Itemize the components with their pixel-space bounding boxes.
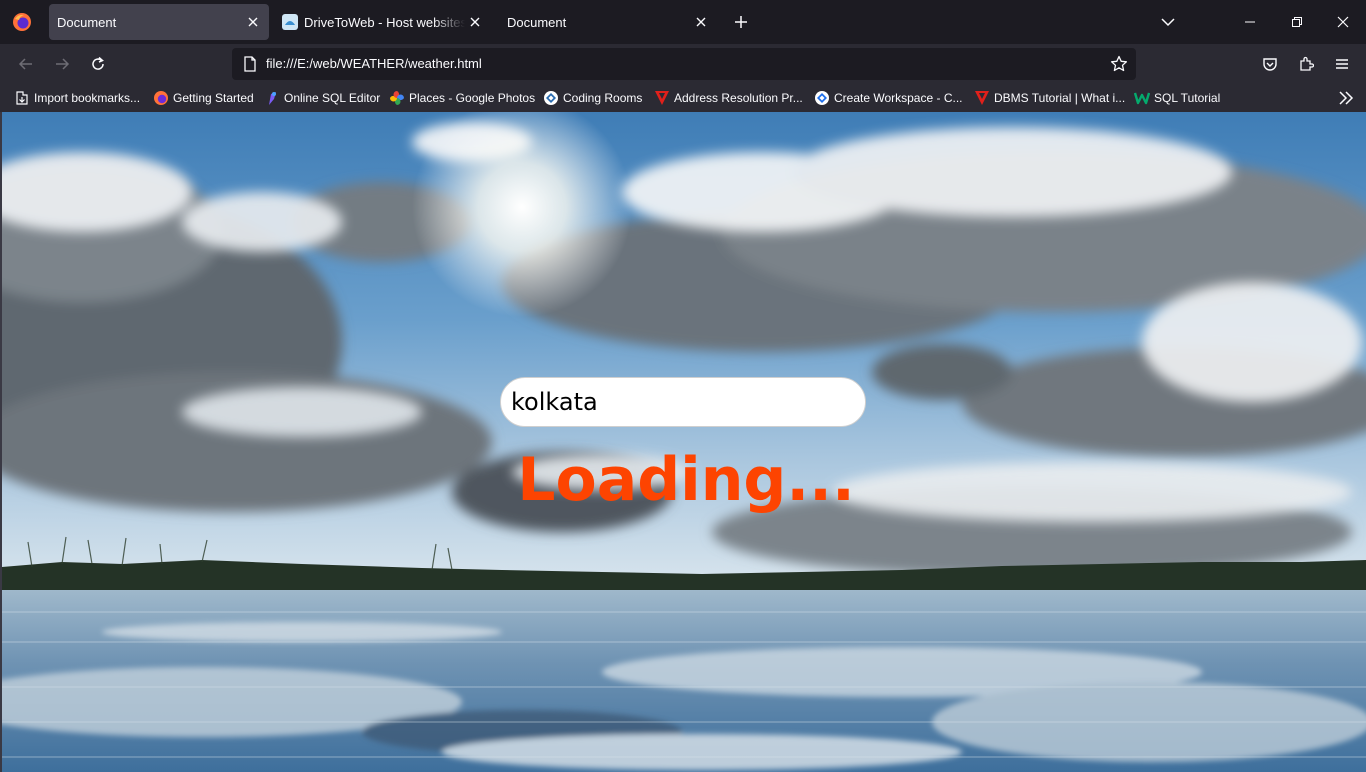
forward-arrow-icon <box>56 58 70 70</box>
bookmark-create-workspace[interactable]: Create Workspace - C... <box>814 89 962 107</box>
list-all-tabs-button[interactable] <box>1156 10 1180 34</box>
hamburger-menu-icon <box>1336 59 1348 69</box>
bookmark-star-icon[interactable] <box>1110 55 1128 73</box>
bookmark-label: Online SQL Editor <box>284 91 381 105</box>
tab-title: DriveToWeb - Host websites on <box>304 14 465 30</box>
tab-drivetoweb[interactable]: DriveToWeb - Host websites on <box>273 4 491 40</box>
new-tab-button[interactable] <box>729 10 753 34</box>
tab-title: Document <box>57 14 117 30</box>
bookmark-import[interactable]: Import bookmarks... <box>14 89 140 107</box>
pocket-icon <box>1263 58 1277 71</box>
sql-editor-icon <box>269 92 276 105</box>
bookmark-label: SQL Tutorial <box>1154 91 1221 105</box>
reload-button[interactable] <box>86 52 110 76</box>
bookmarks-toolbar: Import bookmarks... Getting Started Onli… <box>0 84 1366 112</box>
page-viewport: Loading... <box>2 112 1366 772</box>
bookmark-getting-started[interactable]: Getting Started <box>153 89 254 107</box>
close-tab-icon[interactable] <box>243 12 263 32</box>
close-window-button[interactable] <box>1331 10 1355 34</box>
firefox-icon <box>154 91 168 105</box>
bookmark-coding-rooms[interactable]: Coding Rooms <box>543 89 642 107</box>
chevron-down-icon <box>1161 18 1175 27</box>
tab-strip: Document DriveToWeb - Host websites on D… <box>0 0 1366 44</box>
bookmark-dbms-tutorial[interactable]: DBMS Tutorial | What i... <box>974 89 1125 107</box>
red-v-icon <box>655 91 669 105</box>
back-arrow-icon <box>18 58 32 70</box>
restore-button[interactable] <box>1285 10 1309 34</box>
bookmark-online-sql-editor[interactable]: Online SQL Editor <box>264 89 380 107</box>
bookmark-label: Coding Rooms <box>563 91 643 105</box>
firefox-menu-icon[interactable] <box>12 12 32 32</box>
import-icon <box>16 91 28 105</box>
forward-button[interactable] <box>50 52 74 76</box>
minimize-icon <box>1245 21 1255 23</box>
reload-icon <box>92 56 104 70</box>
bookmark-label: Getting Started <box>173 91 254 105</box>
plus-icon <box>735 16 747 28</box>
tab-document-active[interactable]: Document <box>49 4 269 40</box>
bookmark-label: Import bookmarks... <box>34 91 141 105</box>
url-bar[interactable]: file:///E:/web/WEATHER/weather.html <box>232 48 1136 80</box>
sky-lake-background-image <box>2 112 1366 772</box>
restore-icon <box>1292 17 1302 27</box>
minimize-button[interactable] <box>1238 10 1262 34</box>
tab-document[interactable]: Document <box>497 4 717 40</box>
bookmark-label: Create Workspace - C... <box>834 91 963 105</box>
coding-rooms-icon <box>544 91 558 105</box>
app-menu-button[interactable] <box>1330 52 1354 76</box>
bookmark-sql-tutorial[interactable]: SQL Tutorial <box>1134 89 1220 107</box>
extensions-button[interactable] <box>1294 52 1318 76</box>
loading-status-text: Loading... <box>517 445 855 515</box>
back-button[interactable] <box>14 52 38 76</box>
red-v-icon <box>975 91 989 105</box>
google-photos-icon <box>390 91 404 105</box>
workspace-icon <box>815 91 829 105</box>
chevron-double-right-icon[interactable] <box>1336 88 1356 108</box>
pocket-button[interactable] <box>1258 52 1282 76</box>
close-icon <box>1337 16 1349 28</box>
tab-title: Document <box>507 14 567 30</box>
close-tab-icon[interactable] <box>465 12 485 32</box>
bookmark-label: Places - Google Photos <box>409 91 536 105</box>
page-icon <box>244 56 256 72</box>
drivetoweb-favicon-icon <box>282 14 298 30</box>
navigation-toolbar: file:///E:/web/WEATHER/weather.html <box>0 44 1366 84</box>
w3-icon <box>1134 92 1150 105</box>
bookmark-address-resolution[interactable]: Address Resolution Pr... <box>654 89 803 107</box>
close-tab-icon[interactable] <box>691 12 711 32</box>
bookmark-google-photos[interactable]: Places - Google Photos <box>389 89 535 107</box>
city-search-input[interactable] <box>500 377 866 427</box>
bookmark-label: Address Resolution Pr... <box>674 91 803 105</box>
puzzle-icon <box>1300 56 1314 71</box>
url-text: file:///E:/web/WEATHER/weather.html <box>266 56 482 71</box>
bookmark-label: DBMS Tutorial | What i... <box>994 91 1126 105</box>
